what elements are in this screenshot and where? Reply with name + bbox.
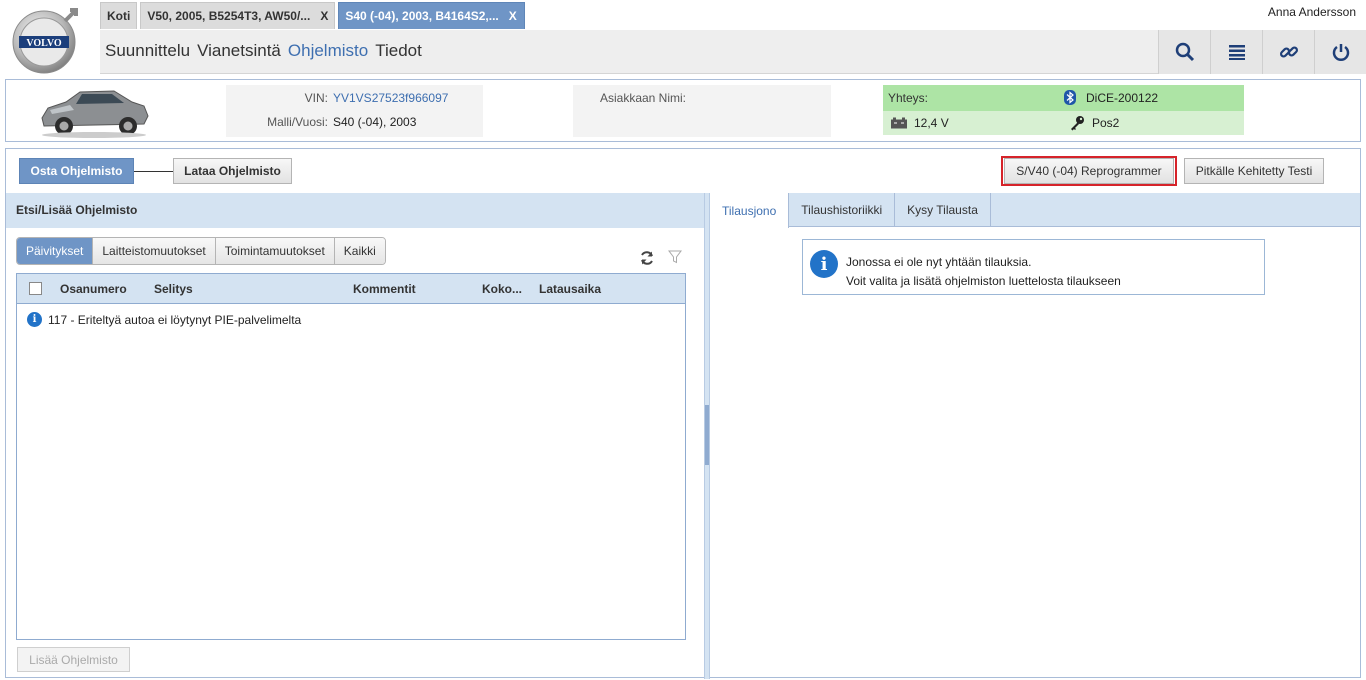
close-icon[interactable]: X [320, 9, 328, 23]
splitter-handle[interactable] [705, 405, 709, 465]
link-icon [1279, 46, 1298, 58]
grid-message-text: 117 - Eriteltyä autoa ei löytynyt PIE-pa… [48, 312, 302, 327]
list-icon [1228, 45, 1245, 60]
nav-software[interactable]: Ohjelmisto [288, 41, 368, 61]
search-add-software-pane: Etsi/Lisää Ohjelmisto Päivitykset Laitte… [6, 193, 704, 679]
power-button[interactable] [1314, 30, 1366, 74]
reprogrammer-button[interactable]: S/V40 (-04) Reprogrammer [1004, 158, 1174, 184]
column-comments[interactable]: Kommentit [353, 282, 416, 296]
list-button[interactable] [1210, 30, 1262, 74]
tab-order-queue[interactable]: Tilausjono [710, 193, 790, 228]
download-software-button[interactable]: Lataa Ohjelmisto [173, 158, 292, 184]
tab-query-order[interactable]: Kysy Tilausta [895, 193, 991, 227]
info-icon: i [27, 312, 42, 327]
subtab-function-changes[interactable]: Toimintamuutokset [215, 238, 335, 264]
highlight-frame: S/V40 (-04) Reprogrammer [1001, 156, 1177, 186]
buy-software-button[interactable]: Osta Ohjelmisto [19, 158, 134, 184]
main-nav: Suunnittelu Vianetsintä Ohjelmisto Tiedo… [105, 41, 422, 61]
nav-planning[interactable]: Suunnittelu [105, 41, 190, 61]
extended-test-button[interactable]: Pitkälle Kehitetty Testi [1184, 158, 1324, 184]
software-filter-tabs: Päivitykset Laitteistomuutokset Toiminta… [16, 237, 386, 265]
main-nav-bar: Suunnittelu Vianetsintä Ohjelmisto Tiedo… [100, 30, 1366, 74]
subtab-all[interactable]: Kaikki [334, 238, 385, 264]
tab-order-history[interactable]: Tilaushistoriikki [789, 193, 896, 227]
software-panel: Osta Ohjelmisto Lataa Ohjelmisto S/V40 (… [5, 148, 1361, 679]
vin-value[interactable]: YV1VS27523f966097 [333, 91, 448, 105]
notice-line-2: Voit valita ja lisätä ohjelmiston luette… [846, 274, 1121, 288]
tab-label: S40 (-04), 2003, B4164S2,... [345, 9, 499, 23]
add-software-button[interactable]: Lisää Ohjelmisto [17, 647, 130, 672]
software-grid: Osanumero Selitys Kommentit Koko... Lata… [16, 273, 686, 640]
model-value: S40 (-04), 2003 [333, 115, 417, 129]
battery-icon [891, 117, 907, 129]
select-all-checkbox[interactable] [29, 282, 42, 295]
vehicle-info-bar: VIN: YV1VS27523f966097 Malli/Vuosi: S40 … [5, 79, 1361, 142]
search-button[interactable] [1158, 30, 1210, 74]
svg-text:VOLVO: VOLVO [26, 38, 62, 49]
column-part-number[interactable]: Osanumero [60, 282, 127, 296]
step-connector-line [134, 171, 174, 172]
power-icon [1332, 44, 1349, 61]
volvo-logo[interactable]: VOLVO [10, 4, 82, 76]
order-tabs: Tilausjono Tilaushistoriikki Kysy Tilaus… [710, 193, 1360, 228]
bluetooth-icon [1064, 90, 1076, 105]
tab-vehicle-s40[interactable]: S40 (-04), 2003, B4164S2,... X [338, 2, 526, 29]
empty-queue-notice: i Jonossa ei ole nyt yhtään tilauksia. V… [802, 239, 1265, 295]
tab-home-label: Koti [107, 9, 131, 23]
session-tabs: Koti V50, 2005, B5254T3, AW50/... X S40 … [100, 2, 526, 30]
subtab-hardware-changes[interactable]: Laitteistomuutokset [93, 238, 216, 264]
link-button[interactable] [1262, 30, 1314, 74]
car-image [36, 84, 151, 139]
nav-troubleshooting[interactable]: Vianetsintä [197, 41, 281, 61]
customer-label: Asiakkaan Nimi: [599, 91, 686, 105]
ignition-position: Pos2 [1092, 116, 1120, 130]
column-download-time[interactable]: Latausaika [539, 282, 601, 296]
column-size[interactable]: Koko... [482, 282, 522, 296]
search-icon [1175, 42, 1194, 62]
vin-label: VIN: [304, 91, 328, 105]
close-icon[interactable]: X [509, 9, 517, 23]
subtab-updates[interactable]: Päivitykset [17, 238, 94, 264]
key-icon [1071, 116, 1084, 131]
info-icon: i [810, 250, 838, 278]
pane-title: Etsi/Lisää Ohjelmisto [6, 193, 704, 228]
user-name[interactable]: Anna Andersson [1268, 5, 1356, 19]
customer-box: Asiakkaan Nimi: [573, 85, 831, 137]
grid-message: i 117 - Eriteltyä autoa ei löytynyt PIE-… [27, 312, 301, 327]
tab-home[interactable]: Koti [100, 2, 138, 29]
notice-line-1: Jonossa ei ole nyt yhtään tilauksia. [846, 255, 1032, 269]
tab-vehicle-v50[interactable]: V50, 2005, B5254T3, AW50/... X [140, 2, 336, 29]
connection-status-row: Yhteys: DiCE-200122 [883, 85, 1244, 111]
nav-information[interactable]: Tiedot [375, 41, 422, 61]
refresh-icon[interactable] [639, 250, 655, 266]
connection-label: Yhteys: [888, 91, 929, 105]
column-description[interactable]: Selitys [154, 282, 193, 296]
battery-voltage: 12,4 V [914, 116, 949, 130]
connection-panel: Yhteys: DiCE-200122 12,4 V Pos2 [883, 85, 1244, 135]
header: VOLVO Koti V50, 2005, B5254T3, AW50/... … [0, 0, 1366, 76]
device-name: DiCE-200122 [1086, 91, 1159, 105]
order-pane: Tilausjono Tilaushistoriikki Kysy Tilaus… [710, 193, 1360, 679]
model-label: Malli/Vuosi: [267, 115, 328, 129]
toolbar [1158, 30, 1366, 74]
tab-label: V50, 2005, B5254T3, AW50/... [147, 9, 311, 23]
connection-power-row: 12,4 V Pos2 [883, 111, 1244, 135]
grid-header: Osanumero Selitys Kommentit Koko... Lata… [17, 274, 685, 304]
filter-icon[interactable] [668, 250, 682, 264]
vehicle-id-box: VIN: YV1VS27523f966097 Malli/Vuosi: S40 … [226, 85, 483, 137]
